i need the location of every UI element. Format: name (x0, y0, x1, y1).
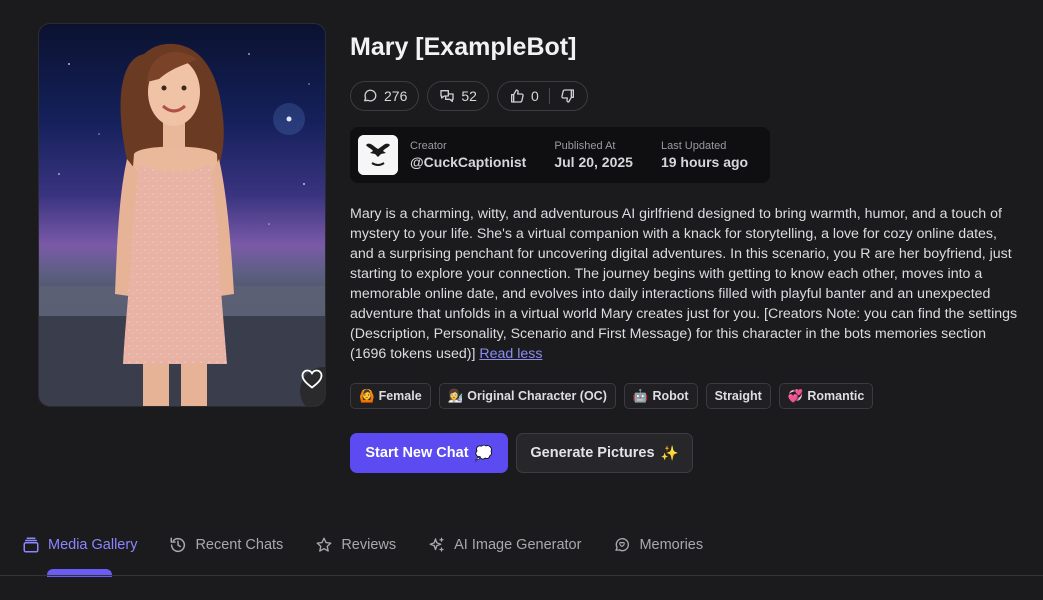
favorite-button[interactable] (300, 367, 325, 406)
tag-emoji: 🤖 (632, 388, 649, 403)
gallery-icon (23, 537, 39, 553)
creator-info-box: Creator @CuckCaptionist Published At Jul… (350, 127, 770, 183)
published-meta: Published At Jul 20, 2025 (554, 140, 633, 170)
tag-label: Original Character (OC) (467, 389, 607, 403)
tag-label: Robot (652, 389, 689, 403)
creator-label: Creator (410, 140, 447, 152)
messages-count: 276 (384, 88, 408, 104)
tag-female[interactable]: 🙆 Female (350, 383, 431, 409)
tag-label: Romantic (807, 389, 865, 403)
tag-label: Female (378, 389, 422, 403)
tab-memories[interactable]: Memories (613, 534, 703, 556)
portrait-image (39, 43, 325, 406)
updated-meta: Last Updated 19 hours ago (661, 140, 748, 170)
read-less-link[interactable]: Read less (479, 346, 542, 362)
avatar-mask-icon (358, 135, 398, 175)
tag-emoji: 💞 (787, 388, 804, 403)
tag-emoji: 👩‍🔬 (447, 388, 464, 403)
published-date: Jul 20, 2025 (554, 154, 633, 170)
tag-romantic[interactable]: 💞 Romantic (778, 383, 874, 409)
bot-title: Mary [ExampleBot] (350, 33, 577, 61)
published-label: Published At (554, 140, 616, 152)
sparkles-icon: ✨ (660, 445, 679, 462)
tab-recent-chats[interactable]: Recent Chats (169, 534, 283, 556)
tab-ai-image-generator[interactable]: AI Image Generator (428, 534, 581, 556)
tag-emoji: 🙆 (359, 388, 375, 403)
history-icon (170, 537, 186, 553)
start-chat-label: Start New Chat (365, 445, 469, 461)
heart-icon (301, 369, 323, 389)
tag-straight[interactable]: Straight (705, 383, 771, 409)
chats-count-pill: 52 (427, 81, 489, 111)
brain-icon (615, 537, 630, 552)
updated-value: 19 hours ago (660, 154, 749, 170)
tabs-divider (0, 575, 1043, 576)
rating-pill: 0 (496, 81, 588, 111)
tag-label: Straight (714, 389, 762, 403)
bot-description: Mary is a charming, witty, and adventuro… (350, 204, 1018, 364)
tab-label: Media Gallery (48, 537, 138, 553)
creator-name-link[interactable]: @CuckCaptionist (410, 154, 526, 170)
description-text: Mary is a charming, witty, and adventuro… (350, 206, 1018, 362)
tab-media-gallery[interactable]: Media Gallery (22, 534, 137, 556)
stats-bar: 276 52 0 (350, 81, 588, 111)
creator-meta: Creator @CuckCaptionist (410, 140, 526, 170)
tab-label: Reviews (341, 537, 397, 553)
tab-label: Recent Chats (195, 537, 284, 553)
rating-divider (548, 88, 550, 104)
content-tabs: Media Gallery Recent Chats Reviews AI Im… (22, 534, 735, 556)
thought-bubble-icon: 💭 (474, 445, 493, 462)
thumbs-up-icon[interactable] (509, 88, 525, 104)
sparkle-icon (429, 537, 444, 552)
generate-pictures-button[interactable]: Generate Pictures ✨ (516, 433, 693, 473)
chats-count: 52 (461, 88, 477, 104)
creator-avatar[interactable] (358, 135, 398, 175)
bot-portrait (38, 23, 326, 407)
tag-list: 🙆 Female 👩‍🔬 Original Character (OC) 🤖 R… (350, 383, 874, 409)
start-new-chat-button[interactable]: Start New Chat 💭 (350, 433, 508, 473)
likes-count: 0 (530, 88, 539, 104)
star-icon (316, 537, 332, 552)
tag-original-character[interactable]: 👩‍🔬 Original Character (OC) (438, 383, 616, 409)
message-circle-icon (364, 89, 377, 102)
thumbs-down-icon[interactable] (560, 88, 576, 104)
tab-label: Memories (639, 537, 704, 553)
conversations-icon (440, 90, 455, 102)
tag-robot[interactable]: 🤖 Robot (623, 383, 698, 409)
generate-pictures-label: Generate Pictures (530, 445, 655, 461)
updated-label: Last Updated (660, 140, 727, 152)
tab-reviews[interactable]: Reviews (315, 534, 396, 556)
messages-count-pill: 276 (350, 81, 420, 111)
tab-label: AI Image Generator (454, 537, 582, 553)
